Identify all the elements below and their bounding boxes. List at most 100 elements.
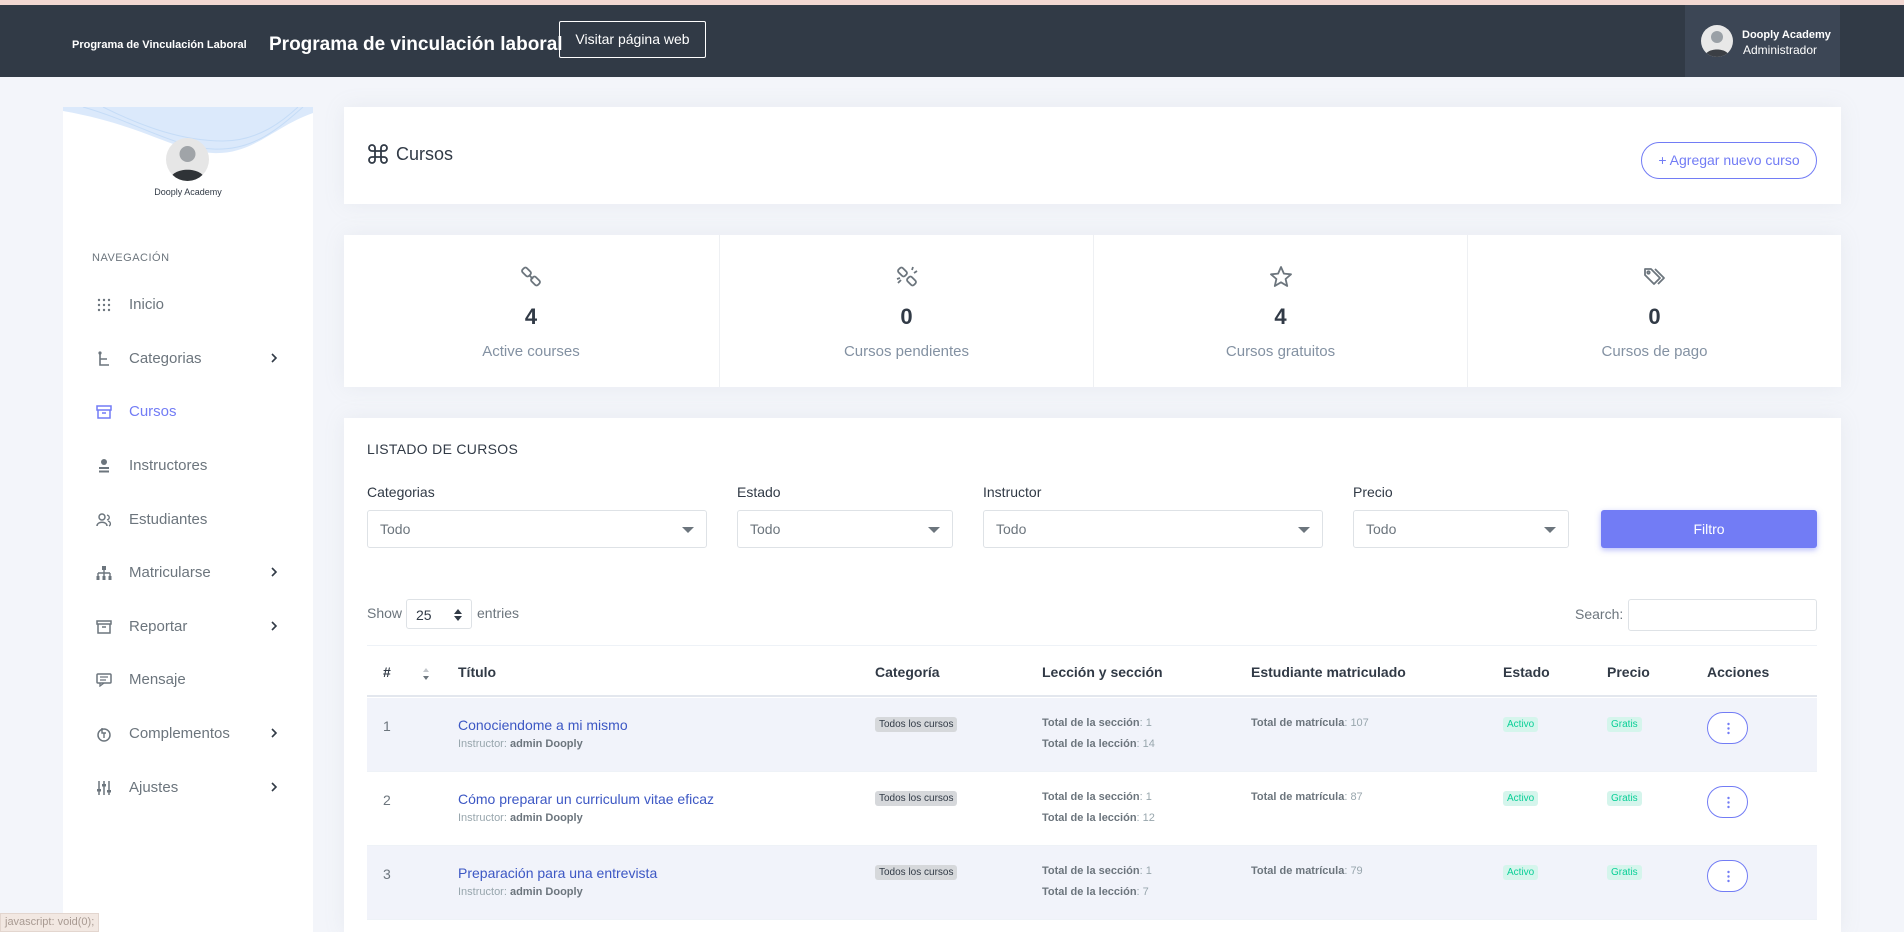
sidebar-item-cursos[interactable]: Cursos (63, 392, 313, 432)
course-instructor: Instructor: admin Dooply (458, 738, 583, 750)
sliders-icon (96, 780, 112, 796)
user-menu[interactable]: Dooply Academy Administrador (1685, 5, 1840, 77)
table-row: 1 Conociendome a mi mismo Instructor: ad… (367, 698, 1817, 772)
column-header[interactable]: Categoría (875, 664, 940, 680)
sidebar-profile-name: Dooply Academy (154, 187, 222, 197)
column-header[interactable]: # (383, 664, 391, 680)
stat-value: 4 (1274, 304, 1287, 329)
sidebar-item-instructores[interactable]: Instructores (63, 446, 313, 486)
sidebar-item-mensaje[interactable]: Mensaje (63, 660, 313, 700)
browser-status-bar: javascript: void(0); (0, 913, 100, 932)
actions-button[interactable] (1707, 712, 1748, 744)
filter-label-estado: Estado (737, 484, 781, 500)
caret-down-icon (1544, 527, 1556, 533)
actions-button[interactable] (1707, 860, 1748, 892)
section-total: Total de la sección: 1 (1042, 865, 1152, 877)
column-header[interactable]: Precio (1607, 664, 1650, 680)
course-title-link[interactable]: Cómo preparar un curriculum vitae eficaz (458, 791, 714, 807)
broken-link-icon (896, 266, 918, 287)
link-icon (521, 266, 541, 287)
tags-icon (1644, 268, 1665, 285)
category-badge: Todos los cursos (875, 865, 958, 880)
visit-website-button[interactable]: Visitar página web (559, 21, 706, 58)
sidebar-item-label: Mensaje (129, 671, 186, 688)
sidebar-item-label: Categorias (129, 350, 202, 367)
course-list-card: LISTADO DE CURSOS Categorias Todo Estado… (344, 418, 1841, 932)
stat-label: Cursos de pago (1601, 343, 1708, 360)
dots-grid-icon (96, 297, 112, 313)
sidebar-item-complementos[interactable]: Complementos (63, 714, 313, 754)
sidebar-item-label: Complementos (129, 725, 230, 742)
column-header[interactable]: Título (458, 664, 496, 680)
sidebar-item-matricularse[interactable]: Matricularse (63, 553, 313, 593)
sidebar-item-label: Instructores (129, 457, 208, 474)
chevron-right-icon (271, 782, 278, 792)
column-header[interactable]: Lección y sección (1042, 664, 1163, 680)
message-icon (96, 672, 112, 688)
category-badge: Todos los cursos (875, 717, 958, 732)
stat-label: Cursos pendientes (843, 343, 970, 360)
course-title-link[interactable]: Conociendome a mi mismo (458, 717, 628, 733)
table-row: 3 Preparación para una entrevista Instru… (367, 846, 1817, 920)
caret-down-icon (928, 527, 940, 533)
lesson-total: Total de la lección: 14 (1042, 738, 1155, 750)
app-title: Programa de vinculación laboral (269, 34, 563, 55)
stat-pending-courses: 0 Cursos pendientes (719, 235, 1093, 387)
sidebar-avatar (166, 138, 209, 181)
instructor-select[interactable]: Todo (983, 510, 1323, 548)
category-badge: Todos los cursos (875, 791, 958, 806)
column-header[interactable]: Estudiante matriculado (1251, 664, 1406, 680)
add-course-button[interactable]: + Agregar nuevo curso (1641, 142, 1817, 179)
chevron-right-icon (271, 728, 278, 738)
column-header[interactable]: Estado (1503, 664, 1550, 680)
filter-label-precio: Precio (1353, 484, 1393, 500)
archive-icon (96, 404, 112, 420)
sidebar-item-inicio[interactable]: Inicio (63, 285, 313, 325)
course-title-link[interactable]: Preparación para una entrevista (458, 865, 657, 881)
sidebar-item-categorias[interactable]: Categorias (63, 339, 313, 379)
stat-label: Active courses (482, 343, 580, 360)
top-navbar: Programa de Vinculación Laboral Programa… (0, 5, 1904, 77)
brand-logo-text[interactable]: Programa de Vinculación Laboral (72, 39, 247, 51)
sidebar-item-label: Ajustes (129, 779, 179, 796)
sort-arrows-icon (454, 609, 462, 621)
status-badge: Activo (1503, 865, 1539, 880)
chevron-right-icon (271, 353, 278, 363)
filter-label-categorias: Categorias (367, 484, 435, 500)
command-icon (368, 144, 388, 164)
sidebar-item-label: Estudiantes (129, 511, 208, 528)
price-badge: Gratis (1607, 717, 1642, 732)
status-badge: Activo (1503, 791, 1539, 806)
report-icon (96, 619, 112, 635)
page-title-card: Cursos + Agregar nuevo curso (344, 107, 1841, 204)
price-badge: Gratis (1607, 865, 1642, 880)
sidebar-item-reportar[interactable]: Reportar (63, 607, 313, 647)
categorias-select[interactable]: Todo (367, 510, 707, 548)
sort-arrows-icon[interactable] (422, 668, 430, 680)
filter-button[interactable]: Filtro (1601, 510, 1817, 548)
more-vertical-icon (1727, 870, 1730, 883)
list-title: LISTADO DE CURSOS (367, 441, 519, 457)
search-label: Search: (1575, 606, 1624, 622)
sidebar-item-ajustes[interactable]: Ajustes (63, 768, 313, 808)
sidebar-item-estudiantes[interactable]: Estudiantes (63, 500, 313, 540)
actions-button[interactable] (1707, 786, 1748, 818)
precio-select[interactable]: Todo (1353, 510, 1569, 548)
nav-section-title: NAVEGACIÓN (92, 252, 170, 264)
entries-select[interactable]: 25 (406, 599, 472, 629)
column-header[interactable]: Acciones (1707, 664, 1769, 680)
stat-value: 0 (900, 304, 913, 329)
sitemap-icon (96, 565, 112, 581)
category-tree-icon (96, 351, 112, 367)
user-avatar-icon (1705, 31, 1729, 57)
lesson-total: Total de la lección: 12 (1042, 812, 1155, 824)
show-label: Show (367, 605, 403, 621)
course-instructor: Instructor: admin Dooply (458, 886, 583, 898)
row-number: 2 (383, 792, 391, 808)
entries-label: entries (477, 605, 520, 621)
search-input[interactable] (1628, 599, 1817, 631)
select-value: Todo (380, 521, 411, 537)
course-instructor: Instructor: admin Dooply (458, 812, 583, 824)
stat-active-courses: 4 Active courses (344, 235, 718, 387)
estado-select[interactable]: Todo (737, 510, 953, 548)
